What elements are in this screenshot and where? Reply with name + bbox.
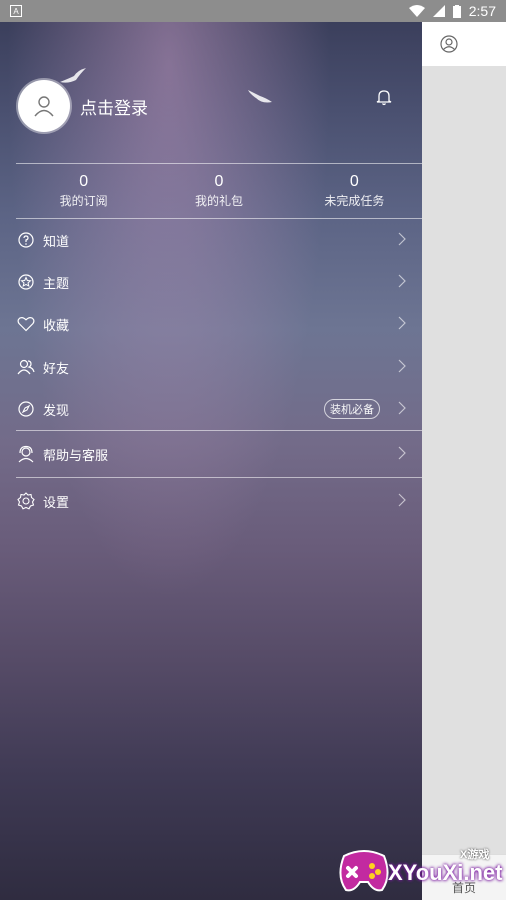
stat-label: 未完成任务 [324, 194, 385, 208]
question-icon [17, 231, 35, 249]
bird-decoration-icon [248, 90, 272, 103]
discover-badge: 装机必备 [324, 399, 380, 419]
avatar-person-icon [34, 96, 54, 117]
status-right: 2:57 [408, 3, 496, 19]
chevron-right-icon [398, 401, 406, 415]
chevron-right-icon [398, 316, 406, 330]
menu-item-topic[interactable]: 主题 [0, 261, 422, 303]
stat-label: 我的订阅 [59, 194, 108, 208]
menu-label: 好友 [43, 360, 70, 376]
gear-icon [17, 492, 35, 510]
main-page: 首页 [422, 22, 506, 900]
chevron-right-icon [398, 493, 406, 507]
profile-section[interactable]: 点击登录 [18, 80, 148, 132]
main-top-bar [422, 22, 506, 66]
divider [16, 163, 422, 164]
status-left: A [10, 5, 22, 17]
bell-icon[interactable] [376, 88, 392, 106]
menu-item-settings[interactable]: 设置 [0, 480, 422, 522]
stats-row: 0 我的订阅 0 我的礼包 0 未完成任务 [16, 172, 422, 218]
chevron-right-icon [398, 274, 406, 288]
stat-tasks[interactable]: 0 未完成任务 [287, 172, 422, 218]
customer-service-icon [17, 445, 35, 463]
app-notification-icon: A [10, 5, 22, 17]
stat-gifts[interactable]: 0 我的礼包 [151, 172, 286, 218]
compass-icon [17, 400, 35, 418]
menu-item-discover[interactable]: 发现 装机必备 [0, 388, 422, 430]
menu-label: 设置 [43, 494, 70, 510]
chevron-right-icon [398, 359, 406, 373]
menu-item-favorite[interactable]: 收藏 [0, 303, 422, 345]
wifi-icon [408, 5, 425, 17]
divider [16, 430, 422, 431]
stat-value: 0 [79, 173, 89, 190]
avatar[interactable] [18, 80, 70, 132]
side-drawer: 点击登录 0 我的订阅 0 我的礼包 0 未完成任务 知道 主题 收藏 好友 发… [0, 22, 422, 900]
divider [16, 477, 422, 478]
menu-label: 知道 [43, 233, 70, 249]
status-time: 2:57 [468, 3, 496, 19]
watermark-big: XYouXi.net [388, 860, 503, 885]
menu-item-friends[interactable]: 好友 [0, 346, 422, 388]
stat-subscriptions[interactable]: 0 我的订阅 [16, 172, 151, 218]
gamepad-logo-icon [339, 850, 389, 892]
signal-icon [432, 5, 445, 17]
stat-value: 0 [214, 173, 224, 190]
login-link[interactable]: 点击登录 [80, 94, 148, 119]
stat-value: 0 [349, 173, 359, 190]
status-bar: A 2:57 [0, 0, 506, 22]
chevron-right-icon [398, 446, 406, 460]
friends-icon [17, 358, 35, 376]
user-icon[interactable] [440, 35, 458, 53]
menu-item-know[interactable]: 知道 [0, 219, 422, 261]
menu-label: 收藏 [43, 317, 70, 333]
watermark: X游戏 XYouXi.net [336, 842, 506, 900]
heart-icon [17, 315, 35, 333]
stat-label: 我的礼包 [194, 194, 243, 208]
menu-item-help[interactable]: 帮助与客服 [0, 433, 422, 475]
menu-label: 发现 [43, 402, 70, 418]
menu-label: 帮助与客服 [43, 447, 109, 463]
star-icon [17, 273, 35, 291]
battery-icon [452, 4, 461, 18]
chevron-right-icon [398, 232, 406, 246]
menu-label: 主题 [43, 275, 70, 291]
